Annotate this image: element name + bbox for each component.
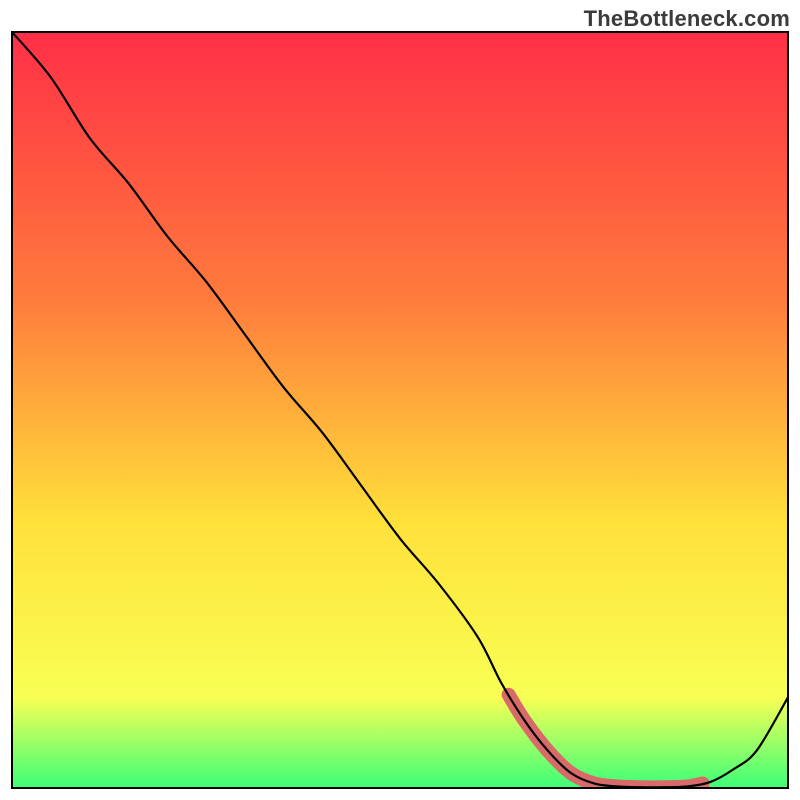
chart-stage: TheBottleneck.com — [0, 0, 800, 800]
chart-svg — [0, 0, 800, 800]
gradient-panel — [12, 32, 788, 788]
